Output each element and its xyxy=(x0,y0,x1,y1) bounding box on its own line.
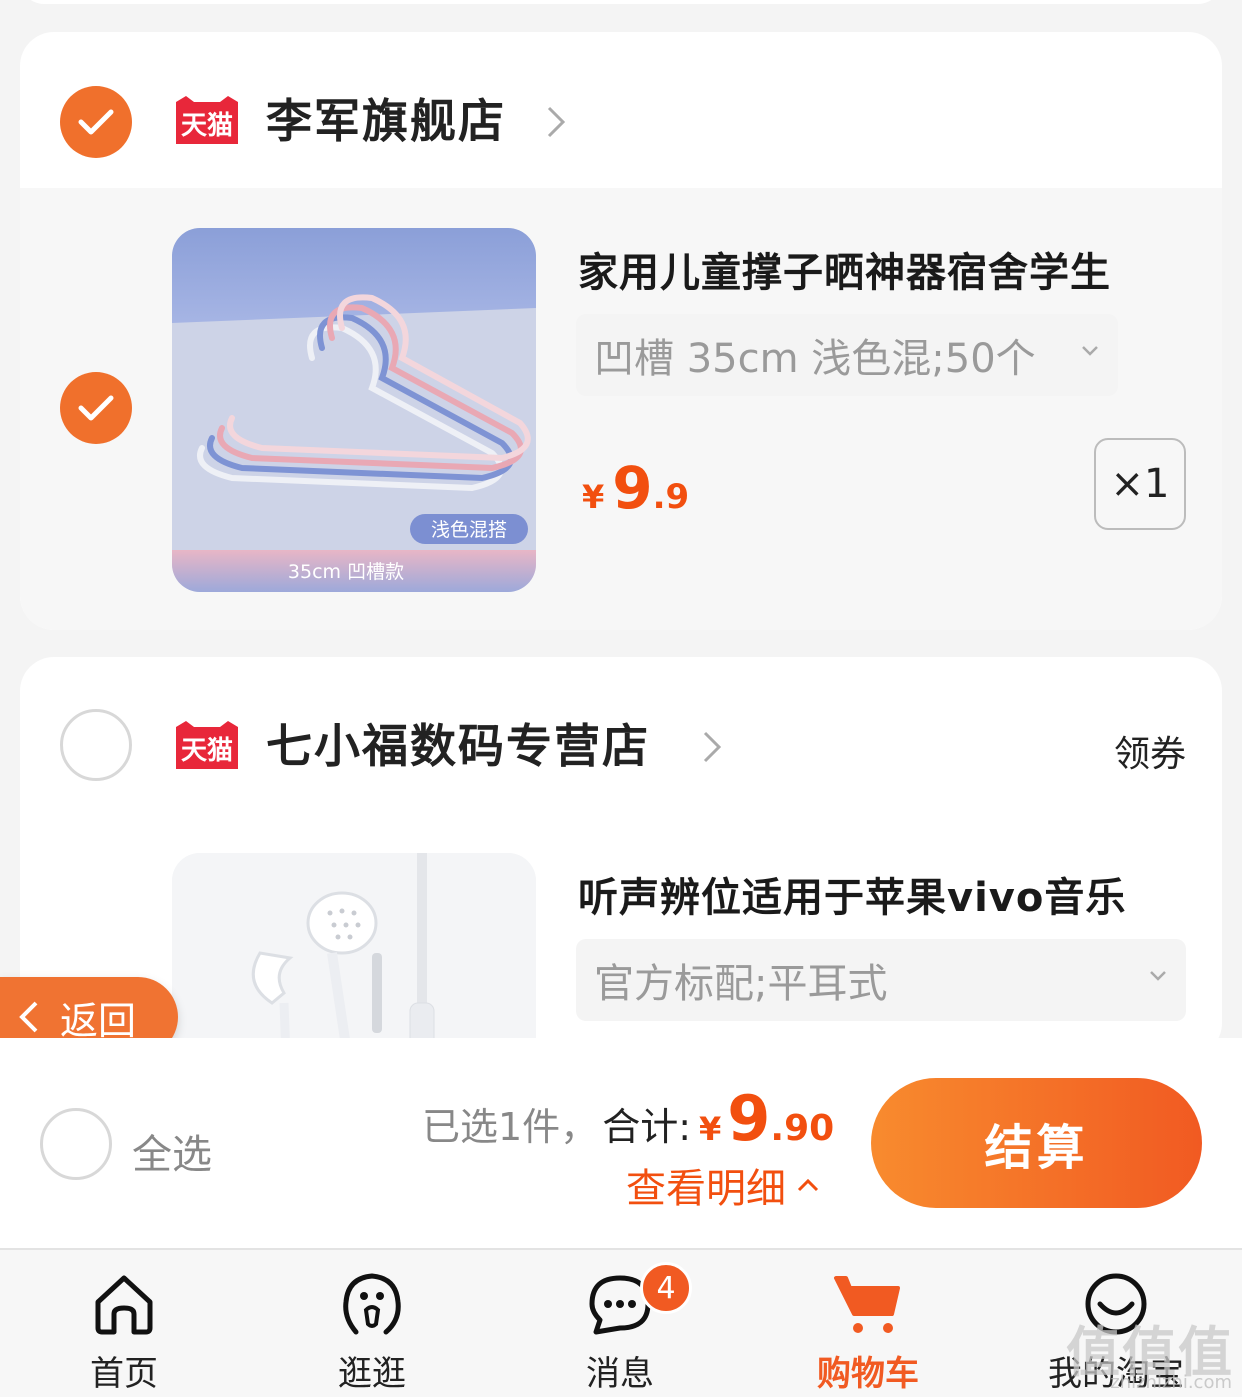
unread-badge: 4 xyxy=(640,1262,692,1314)
product-title[interactable]: 家用儿童撑子晒神器宿舍学生 xyxy=(578,240,1111,298)
select-all-label[interactable]: 全选 xyxy=(132,1122,212,1180)
image-caption: 35cm 凹槽款 xyxy=(288,561,404,583)
store-checkbox[interactable] xyxy=(60,86,132,158)
select-all-checkbox[interactable] xyxy=(40,1108,112,1180)
product-title[interactable]: 听声辨位适用于苹果vivo音乐 xyxy=(578,865,1126,923)
bottom-tab-bar: 首页 逛逛 4 消息 购物车 我的淘宝 值值值 zhizhizhi.com xyxy=(0,1248,1242,1397)
watermark-url: zhizhizhi.com xyxy=(1110,1372,1232,1393)
store-name[interactable]: 七小福数码专营店 xyxy=(266,723,650,769)
order-summary: 已选1件， 合计: ¥ 9 .90 xyxy=(422,1082,834,1155)
item-checkbox[interactable] xyxy=(60,372,132,444)
checkout-bar: 全选 已选1件， 合计: ¥ 9 .90 查看明细 结算 xyxy=(0,1038,1242,1248)
sku-text: 凹槽 35cm 浅色混;50个 xyxy=(594,336,1036,382)
back-label: 返回 xyxy=(60,998,137,1043)
face-icon xyxy=(343,1273,401,1335)
tab-home[interactable]: 首页 xyxy=(0,1250,248,1397)
checkout-button[interactable]: 结算 xyxy=(871,1078,1202,1208)
tab-cart[interactable]: 购物车 xyxy=(744,1250,992,1397)
tmall-logo: 天猫 xyxy=(172,94,242,146)
chevron-right-icon[interactable] xyxy=(700,729,724,765)
image-tag: 浅色混搭 xyxy=(431,519,507,541)
check-icon xyxy=(78,109,114,135)
tmall-text: 天猫 xyxy=(181,111,233,141)
product-image[interactable] xyxy=(172,853,536,1057)
store-card: 天猫 七小福数码专营店 领券 听声辨位适用于苹果vivo音乐 官方标配;平耳式 xyxy=(20,657,1222,1057)
chevron-up-icon xyxy=(797,1178,819,1192)
store-name[interactable]: 李军旗舰店 xyxy=(266,98,506,144)
view-details-link[interactable]: 查看明细 xyxy=(626,1156,820,1214)
chevron-left-icon xyxy=(19,1001,38,1033)
tab-browse[interactable]: 逛逛 xyxy=(248,1250,496,1397)
home-icon xyxy=(95,1275,153,1335)
sku-text: 官方标配;平耳式 xyxy=(594,961,888,1007)
cart-icon xyxy=(834,1276,900,1333)
chevron-right-icon[interactable] xyxy=(544,104,568,140)
tab-messages[interactable]: 4 消息 xyxy=(496,1250,744,1397)
quantity-stepper[interactable]: ×1 xyxy=(1094,438,1186,530)
product-image[interactable]: 浅色混搭 35cm 凹槽款 xyxy=(172,228,536,592)
total-price: ¥ 9 .90 xyxy=(699,1082,835,1155)
chevron-down-icon xyxy=(1082,346,1098,356)
store-checkbox[interactable] xyxy=(60,709,132,781)
tmall-text: 天猫 xyxy=(181,736,233,766)
total-label: 合计: xyxy=(602,1105,691,1149)
sku-selector[interactable]: 官方标配;平耳式 xyxy=(576,939,1186,1021)
sku-selector[interactable]: 凹槽 35cm 浅色混;50个 xyxy=(576,314,1118,396)
chevron-down-icon xyxy=(1150,971,1166,981)
item-price: ¥ 9 .9 xyxy=(582,454,690,522)
tmall-logo: 天猫 xyxy=(172,719,242,771)
cart-item: 浅色混搭 35cm 凹槽款 家用儿童撑子晒神器宿舍学生 凹槽 35cm 浅色混;… xyxy=(20,188,1222,630)
store-card: 天猫 李军旗舰店 浅色混搭 35cm 凹槽款 家用儿童撑子晒神器宿舍学生 凹槽 … xyxy=(20,32,1222,630)
check-icon xyxy=(78,395,114,421)
coupon-link[interactable]: 领券 xyxy=(1114,725,1186,777)
previous-card-edge xyxy=(20,0,1222,4)
selected-count: 已选1件， xyxy=(422,1105,599,1149)
